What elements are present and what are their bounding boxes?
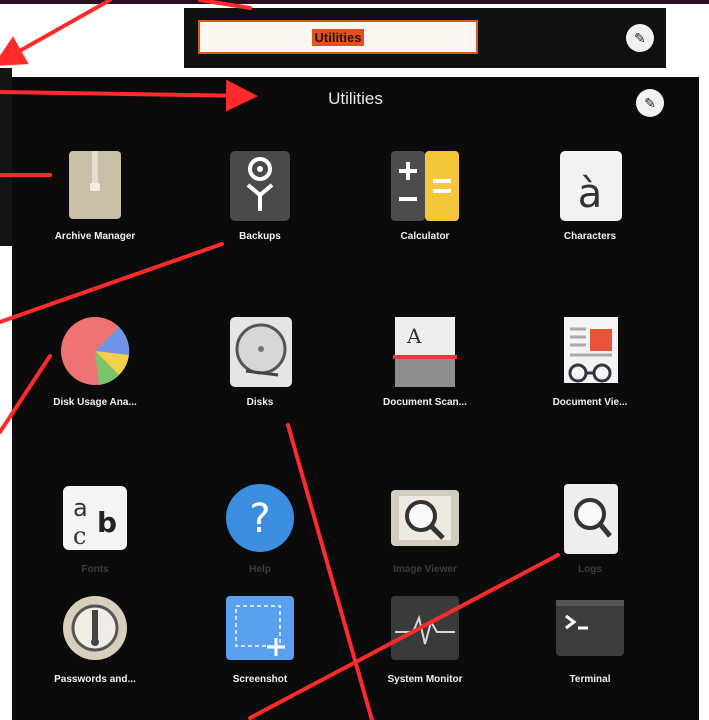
folder-name-input[interactable]: Utilities bbox=[198, 20, 478, 54]
document-scanner-icon: A bbox=[389, 315, 461, 387]
svg-text:a: a bbox=[73, 494, 88, 522]
app-image-viewer[interactable]: Image Viewer bbox=[350, 482, 500, 575]
app-label: Image Viewer bbox=[393, 564, 457, 575]
app-label: Calculator bbox=[400, 231, 450, 242]
svg-text:A: A bbox=[406, 324, 422, 348]
app-label: Disk Usage Ana... bbox=[53, 397, 137, 408]
folder-rename-bar: Utilities ✎ bbox=[184, 8, 666, 68]
image-viewer-icon bbox=[389, 482, 461, 554]
pencil-icon[interactable]: ✎ bbox=[636, 89, 664, 117]
app-archive-manager[interactable]: Archive Manager bbox=[20, 149, 170, 242]
disks-icon bbox=[224, 315, 296, 387]
svg-text:b: b bbox=[97, 506, 117, 539]
help-icon: ? bbox=[224, 482, 296, 554]
app-label: Document Vie... bbox=[552, 397, 628, 408]
app-screenshot[interactable]: Screenshot bbox=[185, 592, 335, 685]
app-disk-usage-analyzer[interactable]: Disk Usage Ana... bbox=[20, 315, 170, 408]
app-terminal[interactable]: Terminal bbox=[515, 592, 665, 685]
app-label: Logs bbox=[578, 564, 602, 575]
folder-name-input-text: Utilities bbox=[311, 28, 365, 46]
system-monitor-icon bbox=[389, 592, 461, 664]
app-fonts[interactable]: acb Fonts bbox=[20, 482, 170, 575]
annotation-arrow bbox=[0, 0, 112, 66]
passwords-keys-icon bbox=[59, 592, 131, 664]
svg-text:à: à bbox=[578, 171, 603, 217]
app-label: Terminal bbox=[569, 674, 611, 685]
app-backups[interactable]: Backups bbox=[185, 149, 335, 242]
app-characters[interactable]: à Characters bbox=[515, 149, 665, 242]
app-label: Backups bbox=[239, 231, 281, 242]
app-label: Passwords and... bbox=[54, 674, 136, 685]
pencil-icon[interactable]: ✎ bbox=[626, 24, 654, 52]
calculator-icon bbox=[389, 149, 461, 221]
svg-text:c: c bbox=[73, 522, 86, 550]
logs-icon bbox=[554, 482, 626, 554]
terminal-icon bbox=[554, 592, 626, 664]
background-edge bbox=[0, 68, 12, 246]
screenshot-icon bbox=[224, 592, 296, 664]
app-label: Document Scan... bbox=[383, 397, 467, 408]
app-disks[interactable]: Disks bbox=[185, 315, 335, 408]
folder-title: Utilities bbox=[328, 89, 383, 108]
app-label: Archive Manager bbox=[54, 231, 136, 242]
fonts-icon: acb bbox=[59, 482, 131, 554]
app-label: Screenshot bbox=[232, 674, 288, 685]
app-system-monitor[interactable]: System Monitor bbox=[350, 592, 500, 685]
app-label: System Monitor bbox=[387, 674, 463, 685]
backups-icon bbox=[224, 149, 296, 221]
app-label: Fonts bbox=[81, 564, 109, 575]
svg-text:?: ? bbox=[249, 496, 270, 542]
app-document-viewer[interactable]: Document Vie... bbox=[515, 315, 665, 408]
app-document-scanner[interactable]: A Document Scan... bbox=[350, 315, 500, 408]
app-passwords-and-keys[interactable]: Passwords and... bbox=[20, 592, 170, 685]
characters-icon: à bbox=[554, 149, 626, 221]
app-calculator[interactable]: Calculator bbox=[350, 149, 500, 242]
disk-usage-analyzer-icon bbox=[59, 315, 131, 387]
archive-manager-icon bbox=[59, 149, 131, 221]
top-panel-strip bbox=[0, 0, 709, 4]
app-help[interactable]: ? Help bbox=[185, 482, 335, 575]
app-label: Characters bbox=[563, 231, 617, 242]
app-label: Help bbox=[249, 564, 271, 575]
app-label: Disks bbox=[246, 397, 274, 408]
app-folder-popup: Utilities ✎ Archive Manager Backups Calc… bbox=[12, 77, 699, 720]
app-logs[interactable]: Logs bbox=[515, 482, 665, 575]
document-viewer-icon bbox=[554, 315, 626, 387]
